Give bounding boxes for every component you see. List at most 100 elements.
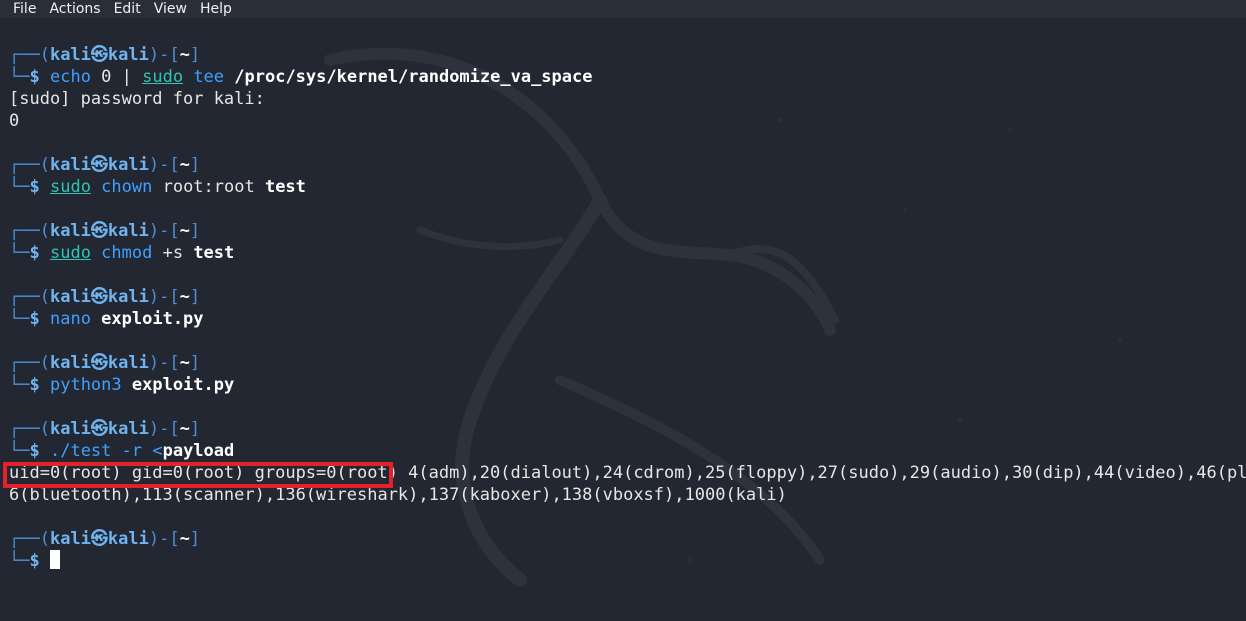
prompt-corner: └─ — [9, 243, 30, 263]
prompt-header: ┌──(kali㉿kali)-[~] — [9, 418, 1246, 440]
command-token: payload — [162, 441, 235, 461]
command-token: chown — [90, 177, 163, 197]
prompt-corner: └─ — [9, 375, 30, 395]
command-token: sudo — [49, 243, 91, 263]
menu-bar: File Actions Edit View Help — [0, 0, 1246, 18]
prompt-corner: └─ — [9, 67, 30, 87]
command-line: └─$ ./test -r <payload — [9, 440, 1246, 462]
menu-view[interactable]: View — [148, 0, 194, 18]
prompt-user: kali㉿kali — [49, 419, 149, 439]
output-line: 0 — [9, 111, 20, 131]
prompt-corner: ┌──( — [9, 529, 50, 549]
prompt-corner: └─ — [9, 551, 30, 571]
command-token: exploit.py — [131, 375, 235, 395]
prompt-header: ┌──(kali㉿kali)-[~] — [9, 528, 1246, 550]
menu-help[interactable]: Help — [194, 0, 239, 18]
prompt-user: kali㉿kali — [49, 529, 149, 549]
prompt-corner: ┌──( — [9, 221, 50, 241]
prompt-header: ┌──(kali㉿kali)-[~] — [9, 44, 1246, 66]
prompt-user: kali㉿kali — [49, 221, 149, 241]
command-token: echo — [49, 67, 91, 87]
prompt-path: ~ — [179, 221, 190, 241]
menu-file[interactable]: File — [0, 0, 43, 18]
command-token: sudo — [142, 67, 184, 87]
prompt-corner: ┌──( — [9, 287, 50, 307]
prompt-bracket: ] — [189, 287, 201, 307]
output-line: [sudo] password for kali: — [9, 89, 265, 109]
text-cursor[interactable] — [49, 550, 60, 569]
terminal-output[interactable]: ┌──(kali㉿kali)-[~] └─$ echo 0 | sudo tee … — [9, 44, 1246, 572]
prompt-symbol: $ — [29, 243, 40, 263]
prompt-symbol: $ — [29, 551, 40, 571]
prompt-path: ~ — [179, 287, 190, 307]
prompt-bracket: ] — [189, 419, 201, 439]
prompt-user: kali㉿kali — [49, 353, 149, 373]
command-token: root:root — [162, 177, 265, 197]
prompt-symbol: $ — [29, 441, 40, 461]
prompt-separator: )-[ — [148, 155, 180, 175]
prompt-bracket: ] — [189, 221, 201, 241]
prompt-separator: )-[ — [148, 529, 180, 549]
command-line: └─$ — [9, 550, 1246, 572]
command-line: └─$ sudo chown root:root test — [9, 176, 1246, 198]
prompt-bracket: ] — [189, 155, 201, 175]
command-token: ./test -r — [49, 441, 153, 461]
command-line: └─$ nano exploit.py — [9, 308, 1246, 330]
prompt-user: kali㉿kali — [49, 155, 149, 175]
prompt-header: ┌──(kali㉿kali)-[~] — [9, 220, 1246, 242]
highlight-box — [3, 462, 393, 488]
prompt-header: ┌──(kali㉿kali)-[~] — [9, 352, 1246, 374]
prompt-corner: └─ — [9, 441, 30, 461]
prompt-symbol: $ — [29, 375, 40, 395]
command-token: nano — [49, 309, 102, 329]
prompt-user: kali㉿kali — [49, 45, 149, 65]
prompt-path: ~ — [179, 353, 190, 373]
prompt-corner: ┌──( — [9, 45, 50, 65]
prompt-corner: └─ — [9, 309, 30, 329]
prompt-separator: )-[ — [148, 221, 180, 241]
prompt-symbol: $ — [29, 309, 40, 329]
prompt-path: ~ — [179, 529, 190, 549]
prompt-corner: ┌──( — [9, 353, 50, 373]
prompt-symbol: $ — [29, 67, 40, 87]
prompt-path: ~ — [179, 155, 190, 175]
prompt-separator: )-[ — [148, 45, 180, 65]
prompt-symbol: $ — [29, 177, 40, 197]
prompt-header: ┌──(kali㉿kali)-[~] — [9, 286, 1246, 308]
command-token: +s — [162, 243, 194, 263]
command-line: └─$ python3 exploit.py — [9, 374, 1246, 396]
prompt-header: ┌──(kali㉿kali)-[~] — [9, 154, 1246, 176]
command-token: /proc/sys/kernel/randomize_va_space — [234, 67, 593, 87]
prompt-user: kali㉿kali — [49, 287, 149, 307]
command-token: tee — [183, 67, 235, 87]
command-token: python3 — [49, 375, 132, 395]
prompt-path: ~ — [179, 45, 190, 65]
prompt-bracket: ] — [189, 529, 201, 549]
prompt-bracket: ] — [189, 353, 201, 373]
prompt-bracket: ] — [189, 45, 201, 65]
command-line: └─$ sudo chmod +s test — [9, 242, 1246, 264]
prompt-separator: )-[ — [148, 353, 180, 373]
prompt-corner: ┌──( — [9, 419, 50, 439]
menu-actions[interactable]: Actions — [43, 0, 107, 18]
command-token: test — [193, 243, 235, 263]
command-token: sudo — [49, 177, 91, 197]
command-token: < — [152, 441, 163, 461]
command-line: └─$ echo 0 | sudo tee /proc/sys/kernel/r… — [9, 66, 1246, 88]
prompt-corner: ┌──( — [9, 155, 50, 175]
command-token: chmod — [90, 243, 163, 263]
prompt-separator: )-[ — [148, 419, 180, 439]
command-token: exploit.py — [101, 309, 204, 329]
command-token: test — [264, 177, 306, 197]
prompt-separator: )-[ — [148, 287, 180, 307]
command-token: 0 | — [90, 67, 143, 87]
prompt-corner: └─ — [9, 177, 30, 197]
prompt-path: ~ — [179, 419, 190, 439]
menu-edit[interactable]: Edit — [108, 0, 148, 18]
